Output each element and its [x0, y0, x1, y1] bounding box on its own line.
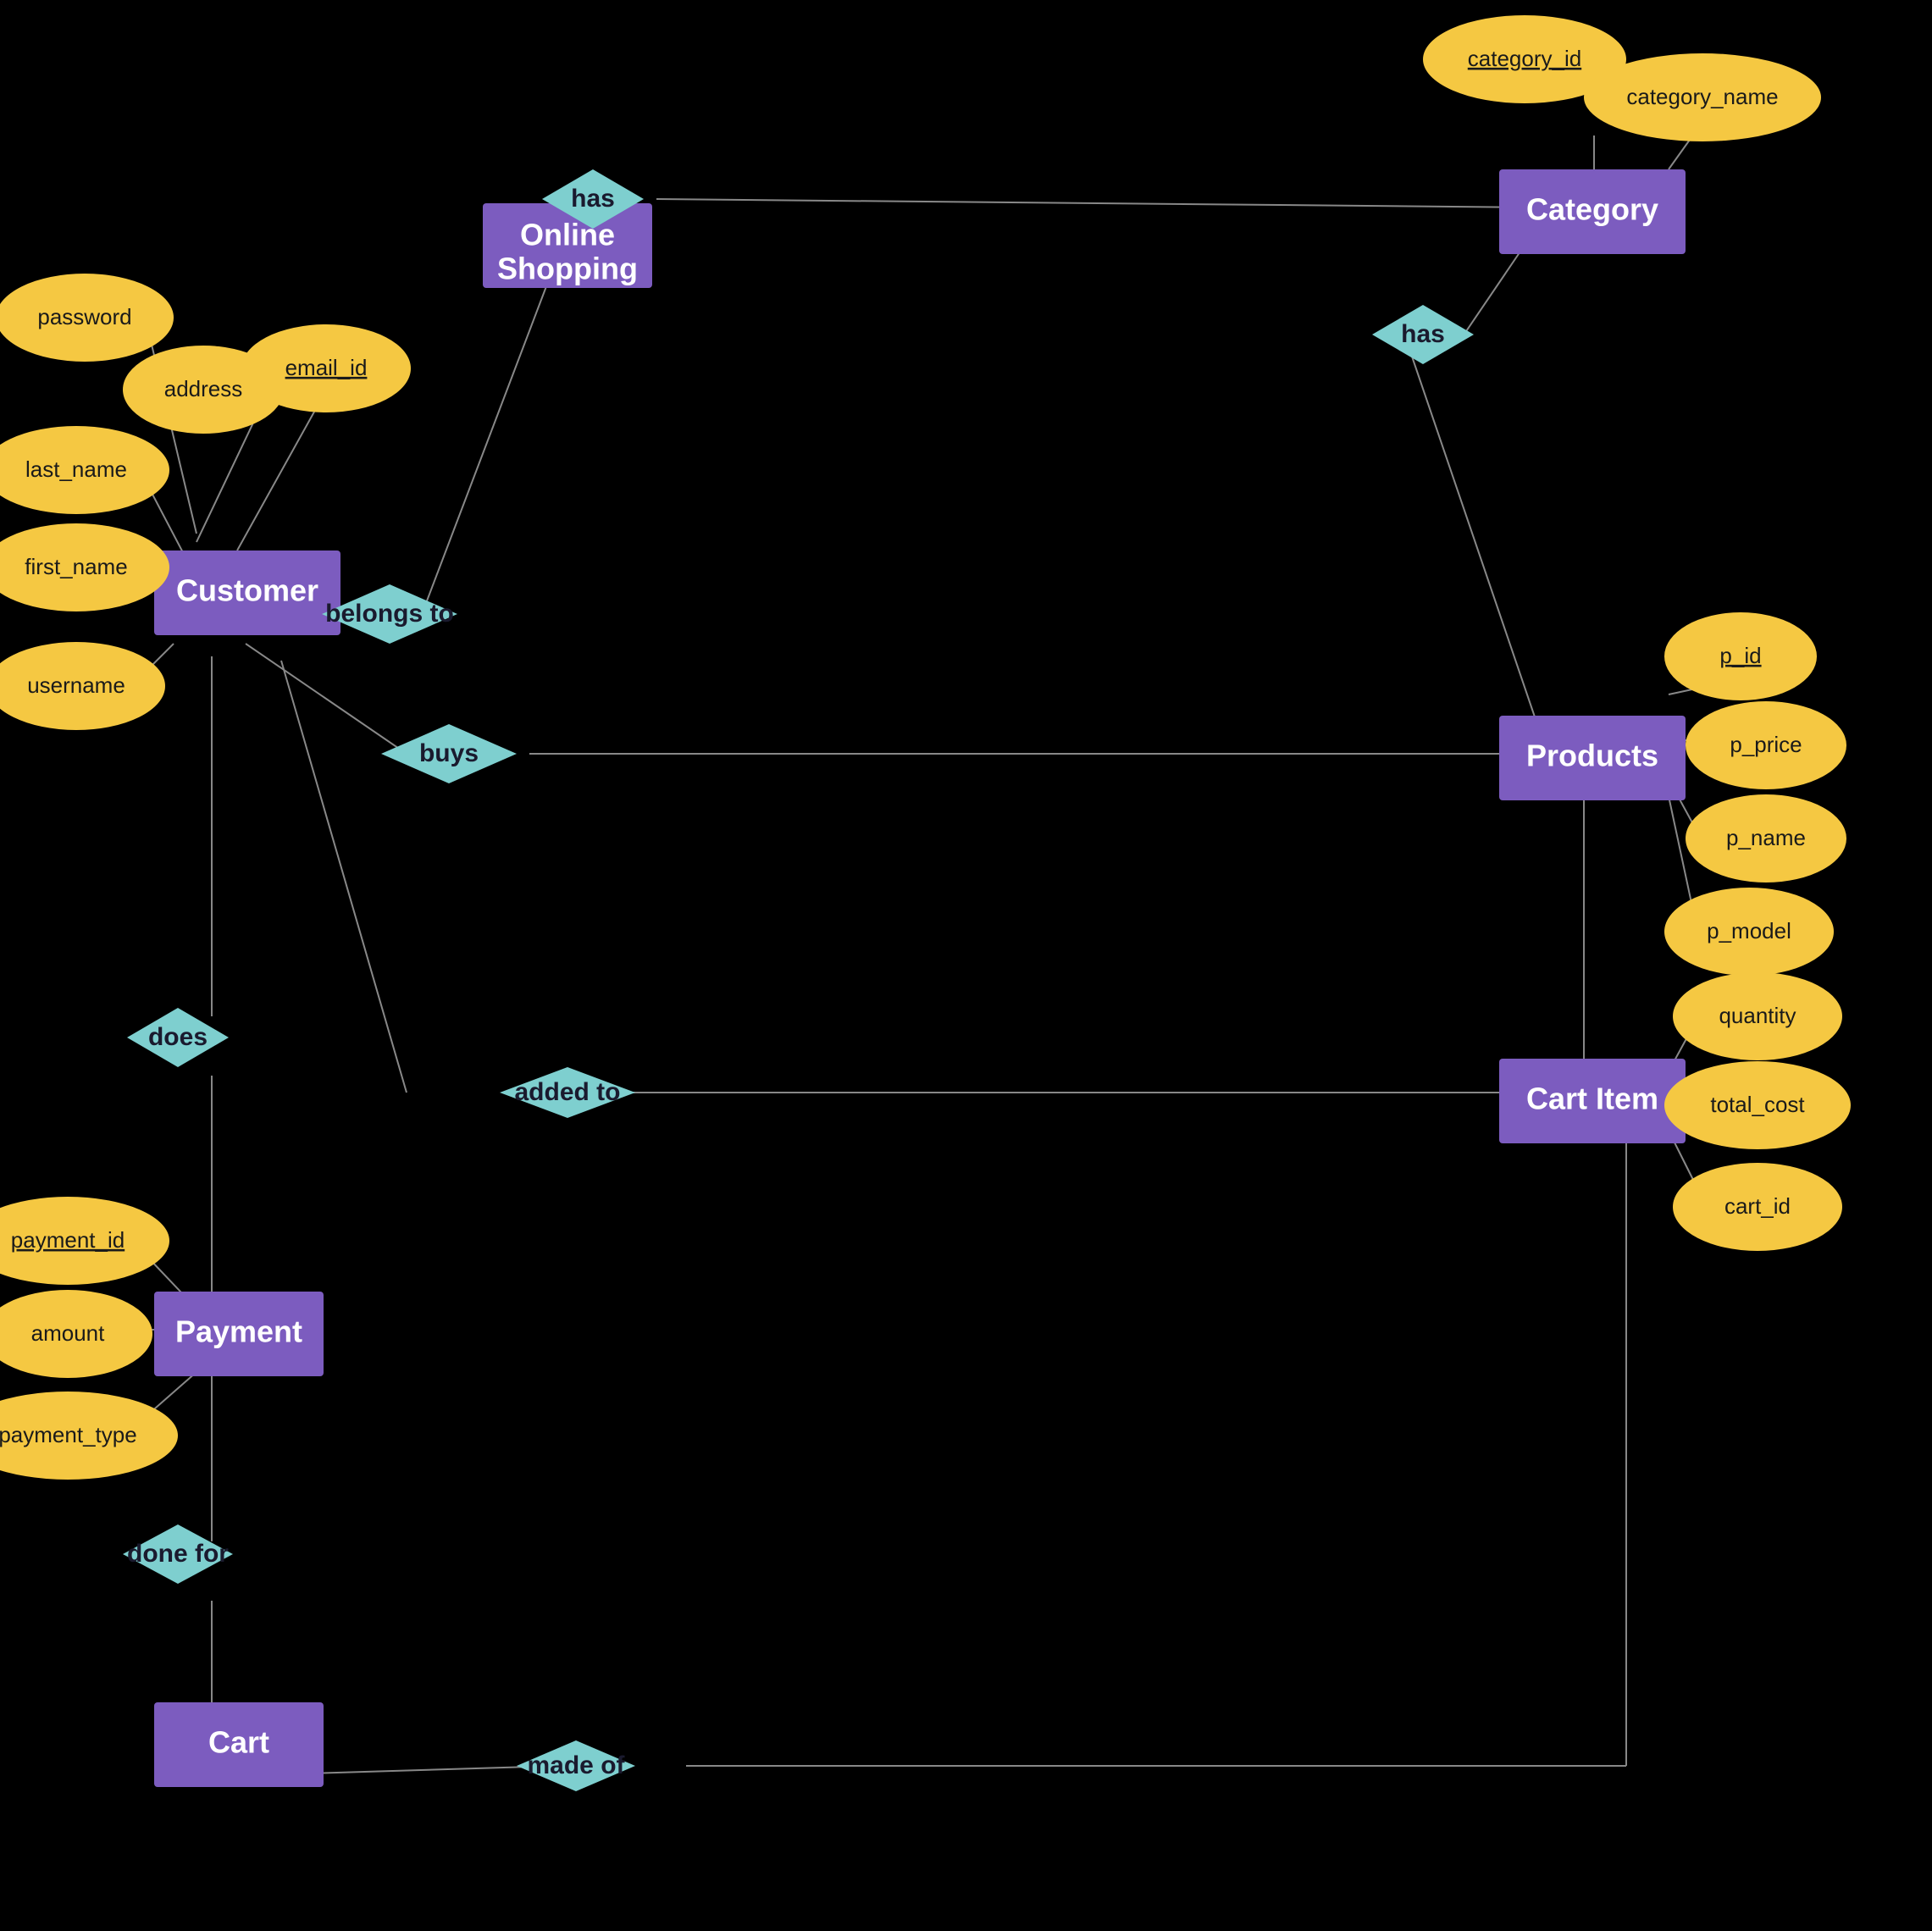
attr-password-label: password	[37, 304, 131, 329]
attr-username-label: username	[27, 672, 125, 698]
entity-cart: Cart	[154, 1702, 324, 1787]
entity-online-shopping-label-2: Shopping	[497, 252, 638, 286]
entity-category: Category	[1499, 169, 1686, 254]
rel-buys-label: buys	[419, 739, 479, 767]
attr-payment-id-label: payment_id	[11, 1227, 125, 1253]
rel-done-for: done for	[123, 1524, 233, 1584]
attr-category-name-label: category_name	[1626, 84, 1778, 109]
entity-cart-label: Cart	[208, 1725, 269, 1760]
attr-payment-type-label: payment_type	[0, 1422, 137, 1447]
entity-products-label: Products	[1526, 739, 1658, 773]
attr-p-model-label: p_model	[1707, 918, 1791, 943]
attr-p-price: p_price	[1686, 701, 1846, 789]
entity-payment: Payment	[154, 1292, 324, 1376]
attr-payment-type: payment_type	[0, 1392, 178, 1480]
rel-does: does	[127, 1008, 229, 1067]
attr-quantity: quantity	[1673, 972, 1842, 1060]
attr-category-name: category_name	[1584, 53, 1821, 141]
rel-done-for-label: done for	[127, 1540, 229, 1568]
rel-belongs-to: belongs to	[322, 584, 457, 644]
attr-address-label: address	[164, 376, 243, 401]
entity-customer: Customer	[154, 551, 340, 635]
attr-p-model: p_model	[1664, 888, 1834, 976]
rel-does-label: does	[148, 1023, 208, 1051]
attr-first-name: first_name	[0, 523, 169, 611]
attr-p-price-label: p_price	[1730, 732, 1802, 757]
attr-payment-id: payment_id	[0, 1197, 169, 1285]
attr-first-name-label: first_name	[25, 554, 127, 579]
attr-username: username	[0, 642, 165, 730]
attr-cart-id: cart_id	[1673, 1163, 1842, 1251]
rel-made-of-label: made of	[527, 1751, 625, 1779]
rel-has-category-label: has	[571, 185, 615, 213]
attr-cart-id-label: cart_id	[1724, 1193, 1791, 1219]
entity-online-shopping: Online Shopping	[483, 203, 652, 288]
rel-made-of: made of	[517, 1740, 635, 1791]
entity-cart-item: Cart Item	[1499, 1059, 1686, 1143]
rel-has-products-label: has	[1401, 320, 1445, 348]
attr-quantity-label: quantity	[1719, 1003, 1796, 1028]
attr-category-id-label: category_id	[1468, 46, 1581, 71]
attr-email-id: email_id	[241, 324, 411, 412]
rel-buys: buys	[381, 724, 517, 783]
attr-total-cost: total_cost	[1664, 1061, 1851, 1149]
rel-belongs-to-label: belongs to	[325, 600, 454, 628]
attr-amount-label: amount	[31, 1320, 105, 1346]
attr-last-name: last_name	[0, 426, 169, 514]
attr-password: password	[0, 274, 174, 362]
attr-p-name-label: p_name	[1726, 825, 1806, 850]
entity-cart-item-label: Cart Item	[1526, 1082, 1658, 1116]
attr-total-cost-label: total_cost	[1710, 1092, 1805, 1117]
entity-category-label: Category	[1526, 192, 1658, 227]
er-diagram: Customer Products Category Cart Item Pay…	[0, 0, 1932, 1931]
attr-last-name-label: last_name	[25, 456, 127, 482]
entity-products: Products	[1499, 716, 1686, 800]
attr-amount: amount	[0, 1290, 152, 1378]
attr-p-name: p_name	[1686, 794, 1846, 883]
attr-p-id-label: p_id	[1719, 643, 1761, 668]
attr-p-id: p_id	[1664, 612, 1817, 700]
rel-added-to: added to	[500, 1067, 635, 1118]
attr-email-id-label: email_id	[285, 355, 368, 380]
entity-customer-label: Customer	[176, 573, 318, 608]
rel-added-to-label: added to	[515, 1078, 621, 1106]
entity-payment-label: Payment	[175, 1314, 302, 1349]
rel-has-products: has	[1372, 305, 1474, 364]
